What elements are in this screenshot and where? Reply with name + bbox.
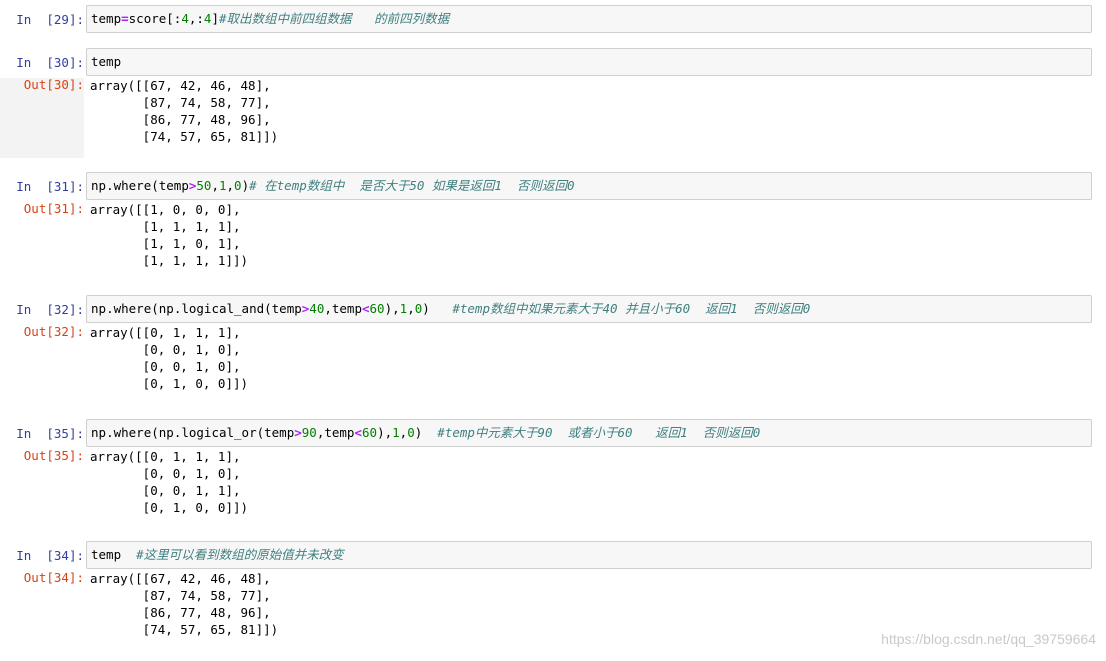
notebook-cell[interactable]: In [30]: temp Out[30]: array([[67, 42, 46, … bbox=[0, 48, 1106, 158]
code-comment: #取出数组中前四组数据 的前四列数据 bbox=[218, 11, 450, 26]
code-token: 40 bbox=[309, 301, 325, 316]
code-comment: #temp数组中如果元素大于40 并且小于60 返回1 否则返回0 bbox=[452, 301, 811, 316]
code-line: temp bbox=[91, 55, 121, 69]
code-comment: #这里可以看到数组的原始值并未改变 bbox=[136, 547, 344, 562]
code-token: np bbox=[91, 301, 107, 316]
code-input[interactable]: np.where(np.logical_or(temp>90,temp<60),… bbox=[86, 419, 1092, 447]
code-token: 1 bbox=[218, 178, 227, 193]
code-token: ), bbox=[377, 425, 393, 440]
out-prompt: Out[32]: bbox=[23, 324, 84, 339]
code-token: , bbox=[226, 178, 235, 193]
code-token: ,temp bbox=[324, 301, 362, 316]
code-comment: #temp中元素大于90 或者小于60 返回1 否则返回0 bbox=[437, 425, 761, 440]
notebook-cell[interactable]: In [35]: np.where(np.logical_or(temp>90,t… bbox=[0, 419, 1106, 523]
output-text: array([[67, 42, 46, 48], [87, 74, 58, 77… bbox=[90, 571, 279, 637]
out-prompt: Out[34]: bbox=[23, 570, 84, 585]
code-token: where(np bbox=[113, 301, 174, 316]
output-text: array([[0, 1, 1, 1], [0, 0, 1, 0], [0, 0… bbox=[90, 325, 249, 391]
code-token: where(temp bbox=[113, 178, 189, 193]
input-area: In [29]: temp=score[:4,:4]#取出数组中前四组数据 的前四… bbox=[0, 5, 1106, 35]
input-area: In [34]: temp #这里可以看到数组的原始值并未改变 bbox=[0, 541, 1106, 571]
code-token: ), bbox=[384, 301, 400, 316]
code-token: 60 bbox=[362, 425, 378, 440]
code-line: temp=score[:4,:4]#取出数组中前四组数据 的前四列数据 bbox=[91, 12, 449, 26]
out-prompt: Out[30]: bbox=[23, 77, 84, 92]
output-area: Out[30]: array([[67, 42, 46, 48], [87, 74… bbox=[0, 77, 1106, 158]
code-line: np.where(temp>50,1,0)# 在temp数组中 是否大于50 如… bbox=[91, 179, 575, 193]
code-token: < bbox=[362, 301, 370, 316]
code-token: ) bbox=[422, 301, 453, 316]
input-area: In [30]: temp bbox=[0, 48, 1106, 78]
code-token: , bbox=[407, 301, 415, 316]
code-token: . bbox=[106, 425, 114, 440]
code-token: ,: bbox=[188, 11, 204, 26]
notebook-cell[interactable]: In [34]: temp #这里可以看到数组的原始值并未改变 Out[34]: ar… bbox=[0, 541, 1106, 645]
code-token: temp bbox=[91, 547, 137, 562]
code-token: ,temp bbox=[316, 425, 355, 440]
code-token: where(np bbox=[113, 425, 174, 440]
code-token: 90 bbox=[301, 425, 317, 440]
code-token: = bbox=[121, 11, 129, 26]
out-prompt: Out[35]: bbox=[23, 448, 84, 463]
code-token: np bbox=[91, 178, 107, 193]
code-token: ) bbox=[414, 425, 438, 440]
code-input[interactable]: temp #这里可以看到数组的原始值并未改变 bbox=[86, 541, 1092, 569]
notebook-cell[interactable]: In [31]: np.where(temp>50,1,0)# 在temp数组中 … bbox=[0, 172, 1106, 276]
code-line: temp #这里可以看到数组的原始值并未改变 bbox=[91, 548, 344, 562]
notebook-cell[interactable]: In [32]: np.where(np.logical_and(temp>40,… bbox=[0, 295, 1106, 399]
code-token: 0 bbox=[234, 178, 242, 193]
notebook-cell[interactable]: In [29]: temp=score[:4,:4]#取出数组中前四组数据 的前四… bbox=[0, 5, 1106, 35]
code-token: . bbox=[106, 178, 114, 193]
output-area: Out[31]: array([[1, 0, 0, 0], [1, 1, 1, 1… bbox=[0, 202, 1106, 276]
code-token: 1 bbox=[392, 425, 400, 440]
output-text: array([[0, 1, 1, 1], [0, 0, 1, 0], [0, 0… bbox=[90, 449, 249, 515]
in-prompt: In [30]: bbox=[16, 55, 84, 70]
code-token: 50 bbox=[196, 178, 212, 193]
in-prompt: In [35]: bbox=[16, 426, 84, 441]
code-token: 0 bbox=[407, 425, 415, 440]
code-token: 60 bbox=[369, 301, 385, 316]
in-prompt: In [31]: bbox=[16, 179, 84, 194]
code-token: , bbox=[211, 178, 219, 193]
code-token: np bbox=[91, 425, 107, 440]
code-token: > bbox=[294, 425, 302, 440]
output-text: array([[1, 0, 0, 0], [1, 1, 1, 1], [1, 1… bbox=[90, 202, 249, 268]
code-line: np.where(np.logical_or(temp>90,temp<60),… bbox=[91, 426, 760, 440]
code-token: temp bbox=[91, 11, 122, 26]
code-token: ] bbox=[211, 11, 219, 26]
code-input[interactable]: np.where(temp>50,1,0)# 在temp数组中 是否大于50 如… bbox=[86, 172, 1092, 200]
code-token: < bbox=[354, 425, 362, 440]
in-prompt: In [29]: bbox=[16, 12, 84, 27]
code-line: np.where(np.logical_and(temp>40,temp<60)… bbox=[91, 302, 810, 316]
code-input[interactable]: np.where(np.logical_and(temp>40,temp<60)… bbox=[86, 295, 1092, 323]
in-prompt: In [32]: bbox=[16, 302, 84, 317]
output-text: array([[67, 42, 46, 48], [87, 74, 58, 77… bbox=[90, 78, 279, 144]
code-token: ) bbox=[241, 178, 250, 193]
code-token: temp bbox=[91, 54, 122, 69]
output-area: Out[35]: array([[0, 1, 1, 1], [0, 0, 1, 0… bbox=[0, 449, 1106, 523]
code-token: . bbox=[106, 301, 114, 316]
output-area: Out[32]: array([[0, 1, 1, 1], [0, 0, 1, 0… bbox=[0, 325, 1106, 399]
code-token: logical_or(temp bbox=[181, 425, 295, 440]
code-input[interactable]: temp bbox=[86, 48, 1092, 76]
code-input[interactable]: temp=score[:4,:4]#取出数组中前四组数据 的前四列数据 bbox=[86, 5, 1092, 33]
out-prompt: Out[31]: bbox=[23, 201, 84, 216]
code-token: 4 bbox=[181, 11, 189, 26]
input-area: In [32]: np.where(np.logical_and(temp>40,… bbox=[0, 295, 1106, 325]
code-token: score[: bbox=[128, 11, 182, 26]
watermark: https://blog.csdn.net/qq_39759664 bbox=[881, 631, 1096, 647]
in-prompt: In [34]: bbox=[16, 548, 84, 563]
input-area: In [35]: np.where(np.logical_or(temp>90,t… bbox=[0, 419, 1106, 449]
code-token: logical_and(temp bbox=[181, 301, 302, 316]
code-comment: # 在temp数组中 是否大于50 如果是返回1 否则返回0 bbox=[249, 178, 575, 193]
input-area: In [31]: np.where(temp>50,1,0)# 在temp数组中 … bbox=[0, 172, 1106, 202]
